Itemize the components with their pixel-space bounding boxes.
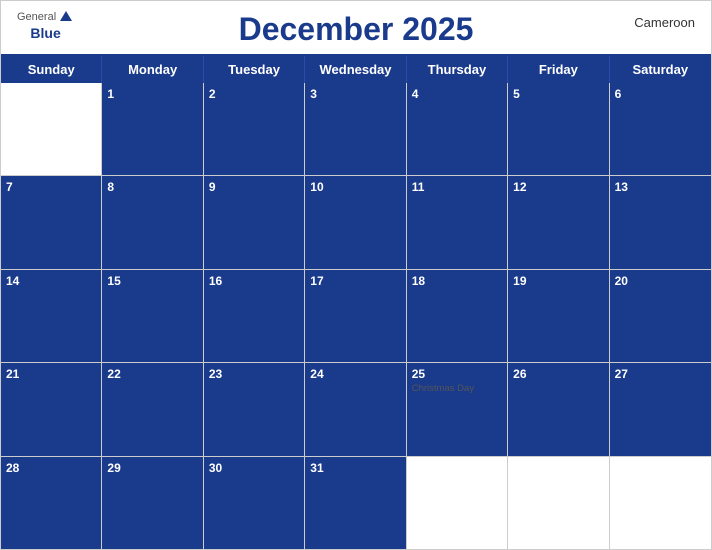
day-cell [508, 457, 609, 549]
day-number: 8 [107, 180, 197, 194]
week-row-1: 123456 [1, 83, 711, 176]
day-cell: 20 [610, 270, 711, 362]
day-header-monday: Monday [102, 56, 203, 83]
day-cell: 18 [407, 270, 508, 362]
day-cell [407, 457, 508, 549]
day-cell: 9 [204, 176, 305, 268]
day-number: 21 [6, 367, 96, 381]
day-cell: 26 [508, 363, 609, 455]
day-header-saturday: Saturday [610, 56, 711, 83]
day-cell: 31 [305, 457, 406, 549]
day-cell: 23 [204, 363, 305, 455]
day-header-sunday: Sunday [1, 56, 102, 83]
logo-general-text: General [17, 11, 56, 23]
day-cell: 19 [508, 270, 609, 362]
day-number: 19 [513, 274, 603, 288]
week-row-3: 14 15 16 17 18 19 20 [1, 270, 711, 363]
month-title: December 2025 [239, 11, 474, 48]
day-cell [1, 83, 102, 175]
week-row-5: 28 29 30 31 [1, 457, 711, 549]
day-cell [610, 457, 711, 549]
holiday-label: Christmas Day [412, 383, 502, 394]
week-row-4: 21 22 23 24 25 Christmas Day 26 27 [1, 363, 711, 456]
day-number: 4 [412, 87, 502, 101]
day-number: 15 [107, 274, 197, 288]
day-number: 18 [412, 274, 502, 288]
day-cell: 13 [610, 176, 711, 268]
day-cell: 30 [204, 457, 305, 549]
day-cell: 4 [407, 83, 508, 175]
weeks-container: 1234567891011121314151617181920212223242… [1, 83, 711, 549]
day-number: 5 [513, 87, 603, 101]
day-cell: 25 Christmas Day [407, 363, 508, 455]
day-number: 11 [412, 180, 502, 194]
day-cell: 21 [1, 363, 102, 455]
country-label: Cameroon [634, 15, 695, 30]
day-number: 25 [412, 367, 502, 381]
day-cell: 8 [102, 176, 203, 268]
day-cell: 14 [1, 270, 102, 362]
day-number: 14 [6, 274, 96, 288]
day-cell: 15 [102, 270, 203, 362]
day-number: 30 [209, 461, 299, 475]
day-number: 28 [6, 461, 96, 475]
day-number: 22 [107, 367, 197, 381]
day-number: 24 [310, 367, 400, 381]
day-number: 31 [310, 461, 400, 475]
day-number: 16 [209, 274, 299, 288]
day-header-tuesday: Tuesday [204, 56, 305, 83]
logo-area: General Blue [17, 9, 74, 41]
day-cell: 10 [305, 176, 406, 268]
day-number: 29 [107, 461, 197, 475]
day-number: 6 [615, 87, 706, 101]
day-number: 3 [310, 87, 400, 101]
day-number: 17 [310, 274, 400, 288]
day-cell: 7 [1, 176, 102, 268]
day-headers-row: Sunday Monday Tuesday Wednesday Thursday… [1, 56, 711, 83]
calendar-header: General Blue December 2025 Cameroon [1, 1, 711, 54]
day-cell: 11 [407, 176, 508, 268]
day-cell: 16 [204, 270, 305, 362]
calendar-wrapper: General Blue December 2025 Cameroon Sund… [0, 0, 712, 550]
day-cell: 5 [508, 83, 609, 175]
day-number: 23 [209, 367, 299, 381]
day-number: 2 [209, 87, 299, 101]
day-cell: 24 [305, 363, 406, 455]
day-number: 9 [209, 180, 299, 194]
day-cell: 6 [610, 83, 711, 175]
day-number: 13 [615, 180, 706, 194]
logo-blue-text: Blue [30, 25, 60, 41]
day-number: 12 [513, 180, 603, 194]
day-number: 20 [615, 274, 706, 288]
week-row-2: 789 10 11 12 13 [1, 176, 711, 269]
logo-icon [58, 9, 74, 25]
day-cell: 3 [305, 83, 406, 175]
day-header-thursday: Thursday [407, 56, 508, 83]
day-cell: 28 [1, 457, 102, 549]
day-cell: 27 [610, 363, 711, 455]
day-cell: 1 [102, 83, 203, 175]
calendar-grid: Sunday Monday Tuesday Wednesday Thursday… [1, 54, 711, 549]
day-number: 7 [6, 180, 96, 194]
day-cell: 2 [204, 83, 305, 175]
day-cell: 17 [305, 270, 406, 362]
day-number: 1 [107, 87, 197, 101]
day-number: 27 [615, 367, 706, 381]
day-cell: 29 [102, 457, 203, 549]
day-cell: 12 [508, 176, 609, 268]
day-header-friday: Friday [508, 56, 609, 83]
day-header-wednesday: Wednesday [305, 56, 406, 83]
day-number: 26 [513, 367, 603, 381]
day-number: 10 [310, 180, 400, 194]
day-cell: 22 [102, 363, 203, 455]
